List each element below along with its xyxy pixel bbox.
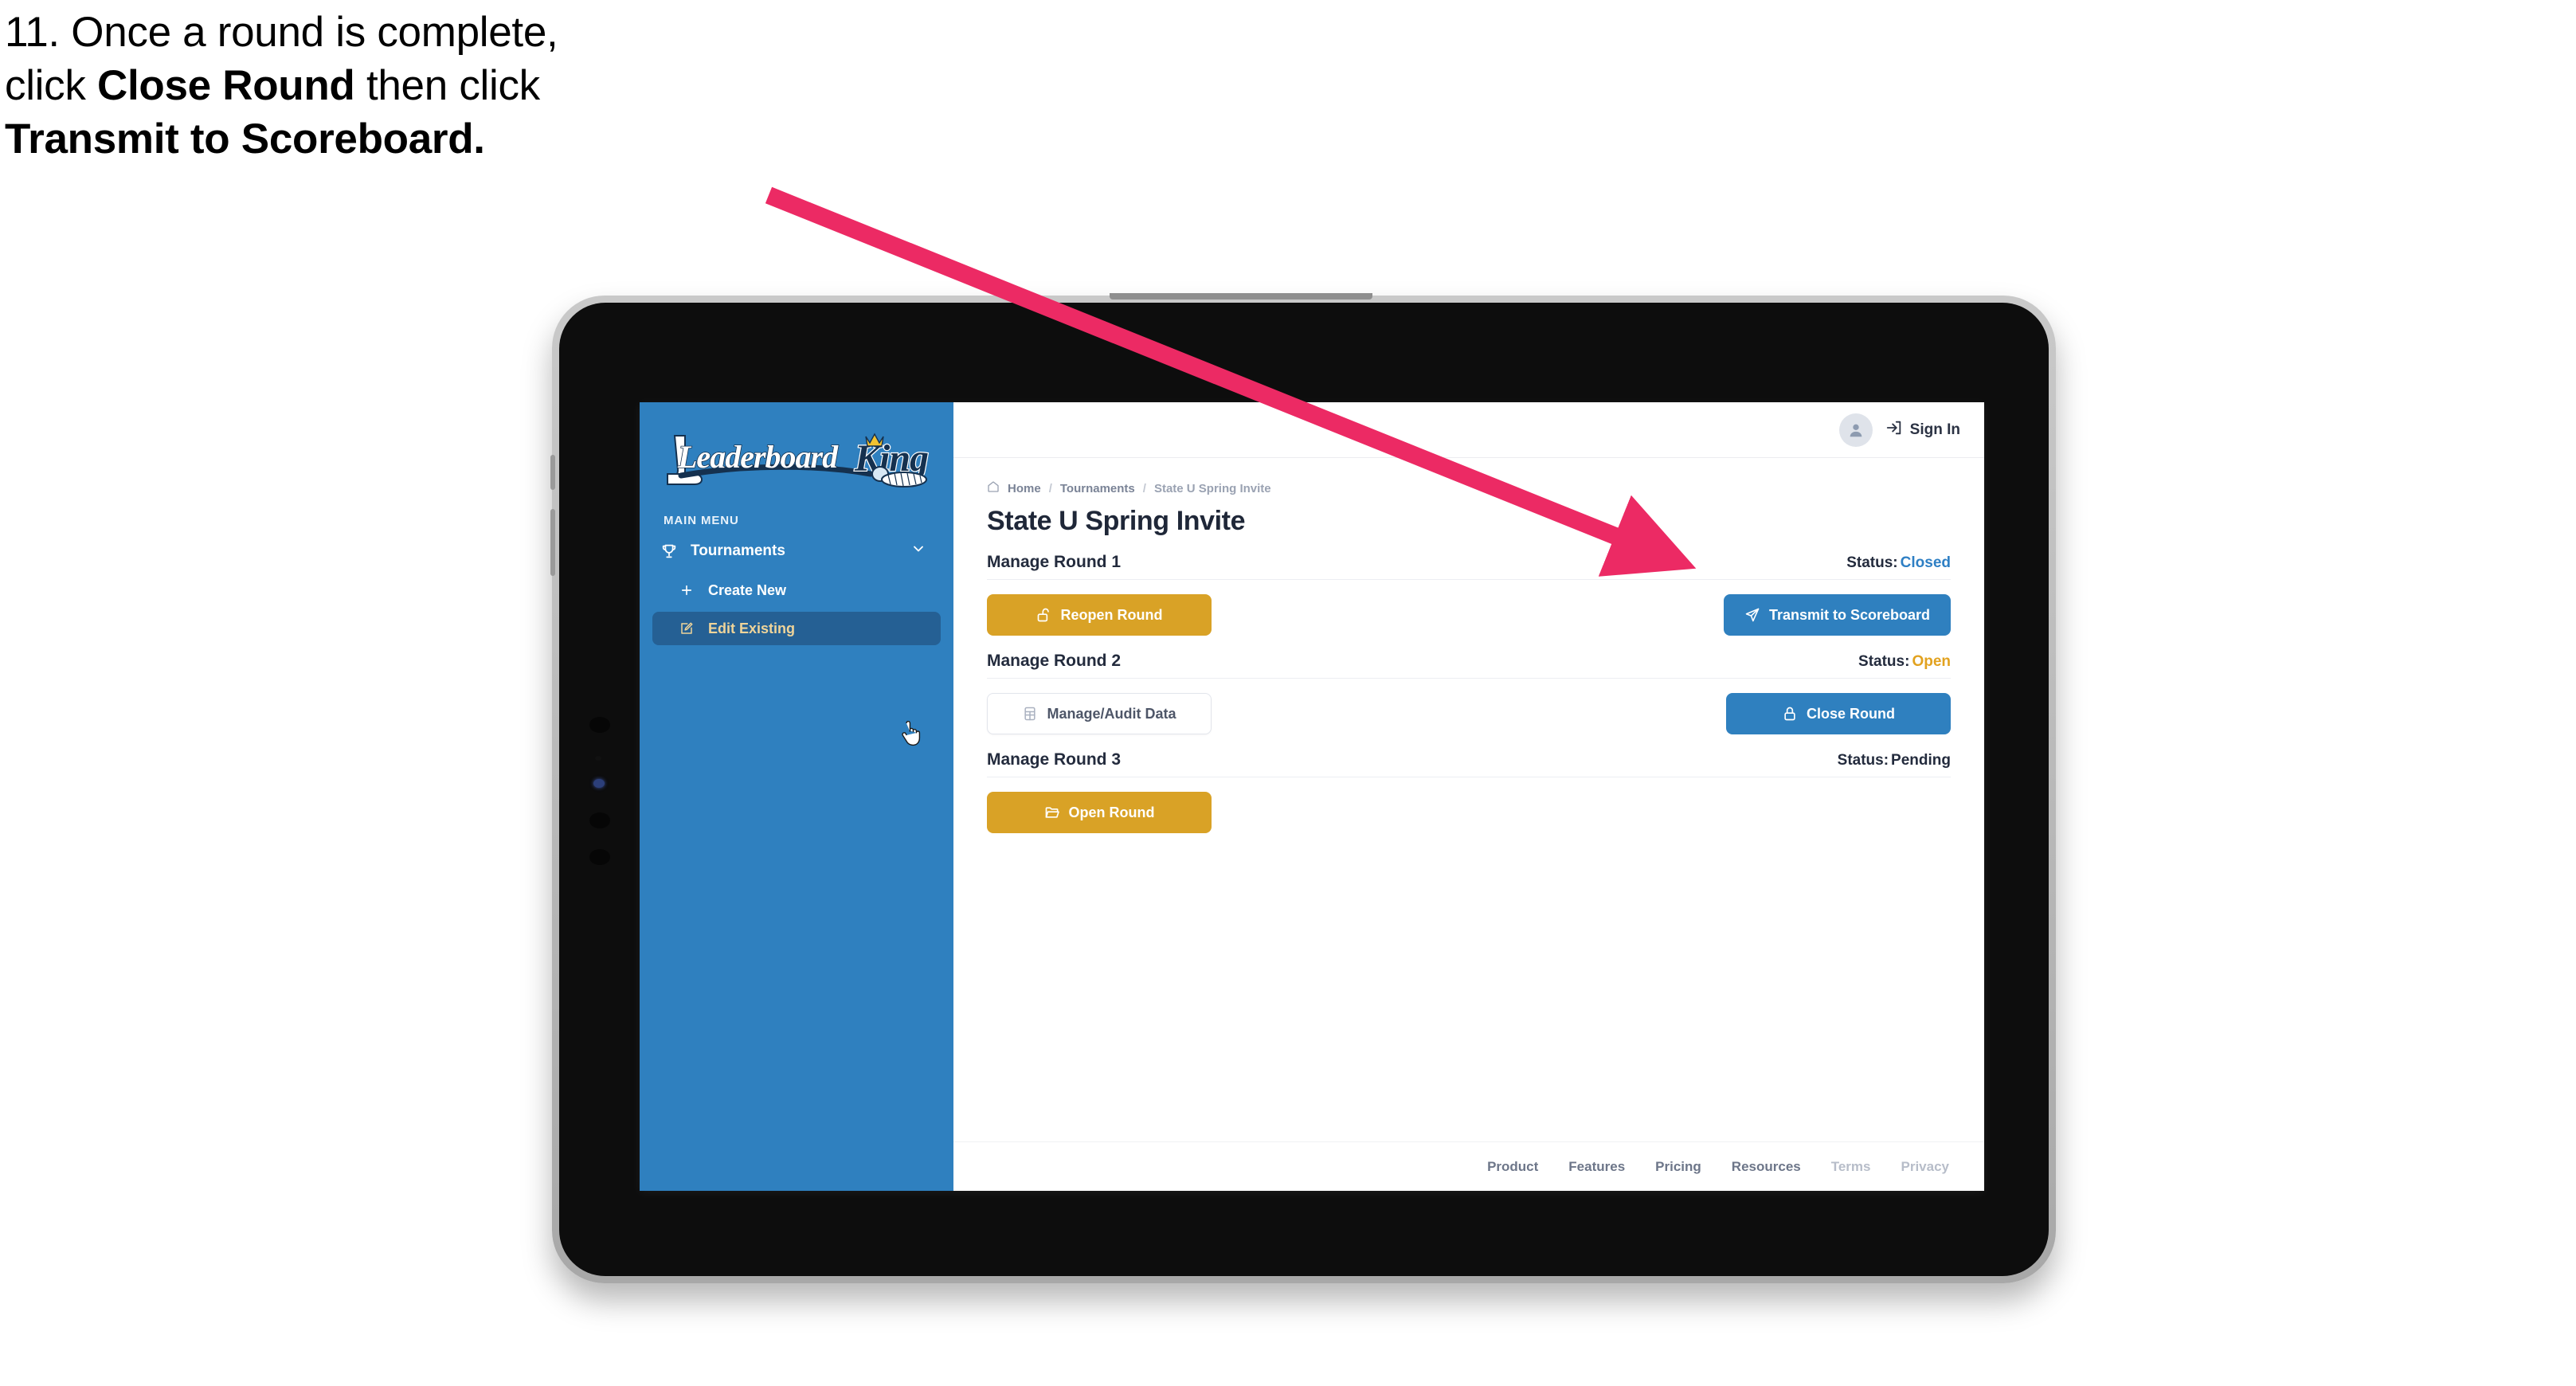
status-badge: Status: Open bbox=[1858, 653, 1951, 671]
round-block-2: Manage Round 2 Status: Open Manage/Audit… bbox=[987, 652, 1951, 734]
home-icon[interactable] bbox=[987, 480, 1000, 496]
chevron-down-icon[interactable] bbox=[910, 541, 926, 562]
status-badge: Status: Pending bbox=[1838, 752, 1951, 769]
footer: Product Features Pricing Resources Terms… bbox=[953, 1141, 1984, 1191]
status-badge: Status: Closed bbox=[1846, 554, 1951, 572]
footer-link-product[interactable]: Product bbox=[1487, 1159, 1538, 1175]
footer-link-features[interactable]: Features bbox=[1568, 1159, 1625, 1175]
sidebar-item-create-new[interactable]: Create New bbox=[652, 574, 941, 607]
page-title: State U Spring Invite bbox=[987, 506, 1246, 536]
tablet-sensor-dot-2 bbox=[595, 756, 601, 761]
tablet-sensor-dot-4 bbox=[589, 849, 610, 865]
tablet-bezel: Leaderboard King MAIN MENU Tournaments C… bbox=[559, 303, 2049, 1276]
table-grid-icon bbox=[1022, 706, 1038, 722]
round-actions: Manage/Audit Data Close Round bbox=[987, 693, 1951, 734]
sign-in-button[interactable]: Sign In bbox=[1885, 419, 1960, 441]
top-bar: Sign In bbox=[953, 402, 1984, 458]
edit-square-icon bbox=[679, 621, 699, 636]
paper-plane-icon bbox=[1744, 607, 1760, 623]
round-block-1: Manage Round 1 Status: Closed Reopen Rou… bbox=[987, 553, 1951, 636]
app-logo[interactable]: Leaderboard King bbox=[640, 420, 930, 496]
unlock-icon bbox=[1036, 607, 1052, 623]
breadcrumb: Home / Tournaments / State U Spring Invi… bbox=[987, 480, 1951, 496]
status-label: Status: bbox=[1837, 752, 1889, 769]
caption-line-3: Transmit to Scoreboard. bbox=[5, 116, 485, 162]
plus-icon bbox=[679, 582, 699, 598]
main-content: Sign In Home / Tournaments / State U Spr… bbox=[953, 402, 1984, 1191]
round-actions: Reopen Round Transmit to Scoreboard bbox=[987, 594, 1951, 636]
round-title: Manage Round 3 bbox=[987, 750, 1122, 769]
round-actions: Open Round bbox=[987, 792, 1951, 833]
leaderboard-king-logo-icon: Leaderboard King bbox=[667, 433, 930, 487]
sign-in-icon bbox=[1885, 419, 1903, 441]
sidebar-item-edit-existing[interactable]: Edit Existing bbox=[652, 612, 941, 645]
tablet-volume-up-button[interactable] bbox=[550, 455, 555, 490]
reopen-round-label: Reopen Round bbox=[1060, 606, 1163, 623]
breadcrumb-item-current: State U Spring Invite bbox=[1153, 481, 1271, 495]
folder-open-icon bbox=[1044, 805, 1060, 820]
sidebar: Leaderboard King MAIN MENU Tournaments C… bbox=[640, 402, 953, 1191]
close-round-button[interactable]: Close Round bbox=[1726, 693, 1951, 734]
sidebar-item-edit-existing-label: Edit Existing bbox=[708, 620, 796, 636]
avatar[interactable] bbox=[1838, 413, 1873, 447]
lock-icon bbox=[1782, 706, 1798, 722]
sidebar-section-label: MAIN MENU bbox=[664, 514, 739, 527]
tablet-top-notch bbox=[1110, 293, 1372, 300]
breadcrumb-item-home[interactable]: Home bbox=[1008, 482, 1041, 495]
footer-link-pricing[interactable]: Pricing bbox=[1655, 1159, 1701, 1175]
tablet-sensor-dot-3 bbox=[589, 812, 610, 828]
round-header: Manage Round 1 Status: Closed bbox=[987, 553, 1951, 580]
tablet-device-frame: Leaderboard King MAIN MENU Tournaments C… bbox=[550, 293, 2056, 1283]
close-round-label: Close Round bbox=[1807, 705, 1895, 722]
mouse-cursor-pointer bbox=[901, 720, 922, 746]
svg-text:Leaderboard: Leaderboard bbox=[677, 439, 839, 475]
footer-link-resources[interactable]: Resources bbox=[1732, 1159, 1801, 1175]
page-content: Home / Tournaments / State U Spring Invi… bbox=[953, 458, 1984, 1141]
transmit-to-scoreboard-label: Transmit to Scoreboard bbox=[1768, 606, 1930, 623]
trophy-icon bbox=[660, 542, 681, 560]
sidebar-item-tournaments-label: Tournaments bbox=[691, 542, 785, 559]
footer-link-terms[interactable]: Terms bbox=[1831, 1159, 1871, 1175]
footer-link-privacy[interactable]: Privacy bbox=[1901, 1159, 1950, 1175]
reopen-round-button[interactable]: Reopen Round bbox=[987, 594, 1212, 636]
screenshot-root: 11. Once a round is complete, click Close… bbox=[0, 0, 2576, 1386]
transmit-to-scoreboard-button[interactable]: Transmit to Scoreboard bbox=[1723, 594, 1951, 636]
caption-line-2: click Close Round then click bbox=[5, 62, 540, 109]
breadcrumb-item-tournaments[interactable]: Tournaments bbox=[1060, 482, 1135, 495]
status-value: Pending bbox=[1891, 752, 1951, 769]
status-label: Status: bbox=[1846, 554, 1898, 571]
tablet-volume-down-button[interactable] bbox=[550, 509, 555, 576]
breadcrumb-separator: / bbox=[1142, 481, 1146, 495]
instruction-caption: 11. Once a round is complete, click Close… bbox=[5, 11, 849, 171]
status-label: Status: bbox=[1858, 653, 1910, 670]
open-round-label: Open Round bbox=[1068, 804, 1155, 820]
manage-audit-data-button[interactable]: Manage/Audit Data bbox=[987, 693, 1212, 734]
caption-line-1: 11. Once a round is complete, bbox=[5, 9, 558, 56]
sidebar-item-create-new-label: Create New bbox=[708, 581, 787, 598]
open-round-button[interactable]: Open Round bbox=[987, 792, 1212, 833]
status-value: Closed bbox=[1900, 554, 1951, 571]
round-title: Manage Round 2 bbox=[987, 652, 1122, 670]
round-header: Manage Round 2 Status: Open bbox=[987, 652, 1951, 679]
manage-audit-data-label: Manage/Audit Data bbox=[1047, 705, 1176, 722]
sign-in-label: Sign In bbox=[1909, 421, 1960, 438]
sidebar-item-tournaments[interactable]: Tournaments bbox=[640, 534, 953, 569]
breadcrumb-separator: / bbox=[1048, 481, 1052, 495]
tablet-sensor-dot-1 bbox=[589, 717, 610, 733]
status-value: Open bbox=[1912, 653, 1951, 670]
round-block-3: Manage Round 3 Status: Pending Open Roun… bbox=[987, 750, 1951, 833]
round-header: Manage Round 3 Status: Pending bbox=[987, 750, 1951, 777]
tablet-led-indicator bbox=[593, 779, 605, 788]
app-screen: Leaderboard King MAIN MENU Tournaments C… bbox=[640, 402, 1984, 1191]
round-title: Manage Round 1 bbox=[987, 553, 1122, 571]
